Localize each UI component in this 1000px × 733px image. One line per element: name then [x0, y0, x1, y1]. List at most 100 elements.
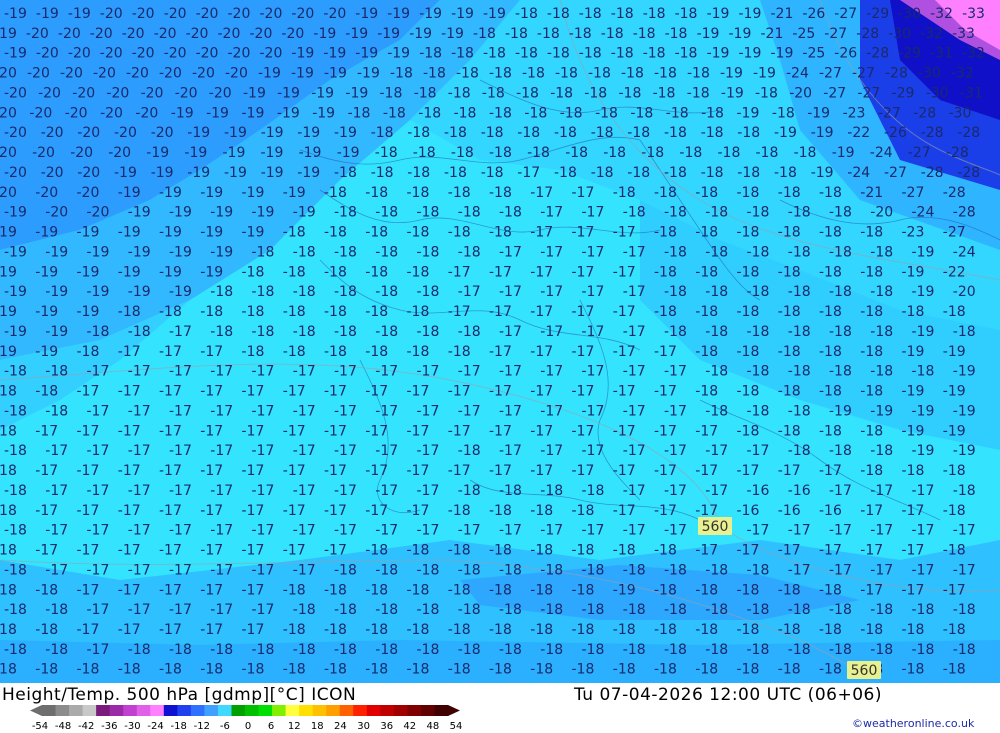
temp-label: -17 [448, 304, 471, 320]
temp-label: -18 [4, 642, 27, 658]
temp-label: -18 [324, 622, 347, 638]
temp-label: -18 [664, 165, 687, 181]
temp-label: -17 [252, 562, 275, 578]
temp-label: -18 [695, 344, 718, 360]
temp-label: -18 [45, 642, 68, 658]
temp-label: -18 [324, 344, 347, 360]
temp-label: -17 [407, 384, 430, 400]
temp-label: -18 [407, 264, 430, 280]
temp-label: -17 [417, 483, 440, 499]
temp-label: -17 [860, 503, 883, 519]
temp-label: -18 [623, 205, 646, 221]
temp-label: -18 [375, 145, 398, 161]
temp-label: -27 [824, 26, 847, 42]
temp-label: -17 [118, 503, 141, 519]
temp-label: -19 [35, 264, 58, 280]
temp-label: -19 [753, 66, 776, 82]
temp-label: -19 [4, 46, 27, 62]
temp-label: -19 [902, 344, 925, 360]
temp-label: -19 [77, 264, 100, 280]
temp-label: -18 [654, 543, 677, 559]
temp-label: -20 [108, 145, 131, 161]
temp-label: -20 [0, 145, 17, 161]
temp-label: -17 [87, 443, 110, 459]
temp-label: -17 [664, 483, 687, 499]
temp-label: -17 [128, 443, 151, 459]
temp-label: -19 [739, 46, 762, 62]
temp-label: -20 [218, 26, 241, 42]
temp-label: -18 [499, 483, 522, 499]
temp-label: -19 [739, 6, 762, 22]
temp-label: -19 [707, 6, 730, 22]
temp-label: -18 [448, 225, 471, 241]
temp-label: -18 [407, 304, 430, 320]
temp-label: -19 [114, 165, 137, 181]
temp-label: -17 [654, 463, 677, 479]
temp-label: -17 [252, 364, 275, 380]
temp-label: -18 [293, 245, 316, 261]
temp-label: -19 [387, 6, 410, 22]
temp-label: -18 [417, 205, 440, 221]
temp-label: -17 [128, 403, 151, 419]
temp-label: -17 [210, 523, 233, 539]
temp-label: -17 [242, 622, 265, 638]
temp-label: -19 [242, 225, 265, 241]
temp-label: -28 [866, 46, 889, 62]
temp-label: -18 [0, 503, 17, 519]
credit-link[interactable]: ©weatheronline.co.uk [852, 717, 974, 730]
temp-label: -18 [242, 264, 265, 280]
temp-label: -18 [588, 66, 611, 82]
temp-label: -17 [293, 403, 316, 419]
temp-label: -20 [90, 26, 113, 42]
temp-label: -18 [365, 344, 388, 360]
temp-label: -19 [184, 145, 207, 161]
temp-label: -18 [242, 662, 265, 678]
temp-label: -19 [943, 423, 966, 439]
temp-label: -20 [0, 105, 17, 121]
temp-label: -18 [679, 145, 702, 161]
temp-label: -17 [200, 423, 223, 439]
temp-label: -19 [252, 205, 275, 221]
temp-label: -18 [943, 662, 966, 678]
temp-label: -18 [778, 264, 801, 280]
temp-label: -19 [291, 46, 314, 62]
temp-label: -18 [870, 602, 893, 618]
temp-label: -19 [128, 284, 151, 300]
temp-label: -23 [902, 225, 925, 241]
temp-label: -32 [951, 66, 974, 82]
temp-label: -18 [788, 245, 811, 261]
temp-label: -17 [417, 523, 440, 539]
temp-label: -19 [200, 264, 223, 280]
temp-label: -19 [297, 165, 320, 181]
temp-label: -18 [375, 642, 398, 658]
temp-label: -18 [747, 324, 770, 340]
temp-label: -32 [962, 46, 985, 62]
temp-label: -17 [572, 423, 595, 439]
temp-label: -18 [547, 6, 570, 22]
temp-label: -17 [499, 403, 522, 419]
temp-label: -18 [458, 602, 481, 618]
temp-label: -18 [334, 324, 357, 340]
temp-label: -19 [159, 264, 182, 280]
temp-label: -17 [77, 543, 100, 559]
temp-label: -18 [413, 145, 436, 161]
temp-label: -17 [169, 364, 192, 380]
temp-label: -18 [448, 582, 471, 598]
temp-label: -18 [348, 105, 371, 121]
temp-label: -18 [334, 245, 357, 261]
legend-swatch [123, 705, 138, 716]
temp-label: -18 [334, 562, 357, 578]
temp-label: -19 [345, 86, 368, 102]
temp-label: -17 [448, 423, 471, 439]
temp-label: -17 [489, 264, 512, 280]
temp-label: -19 [357, 66, 380, 82]
temp-label: -18 [664, 324, 687, 340]
temp-label: -18 [448, 344, 471, 360]
temp-label: -18 [705, 205, 728, 221]
temp-label: -18 [444, 125, 467, 141]
temp-label: -18 [530, 622, 553, 638]
temp-label: -17 [169, 523, 192, 539]
temp-label: -20 [196, 6, 219, 22]
temp-label: -19 [128, 205, 151, 221]
temp-label: -17 [654, 344, 677, 360]
